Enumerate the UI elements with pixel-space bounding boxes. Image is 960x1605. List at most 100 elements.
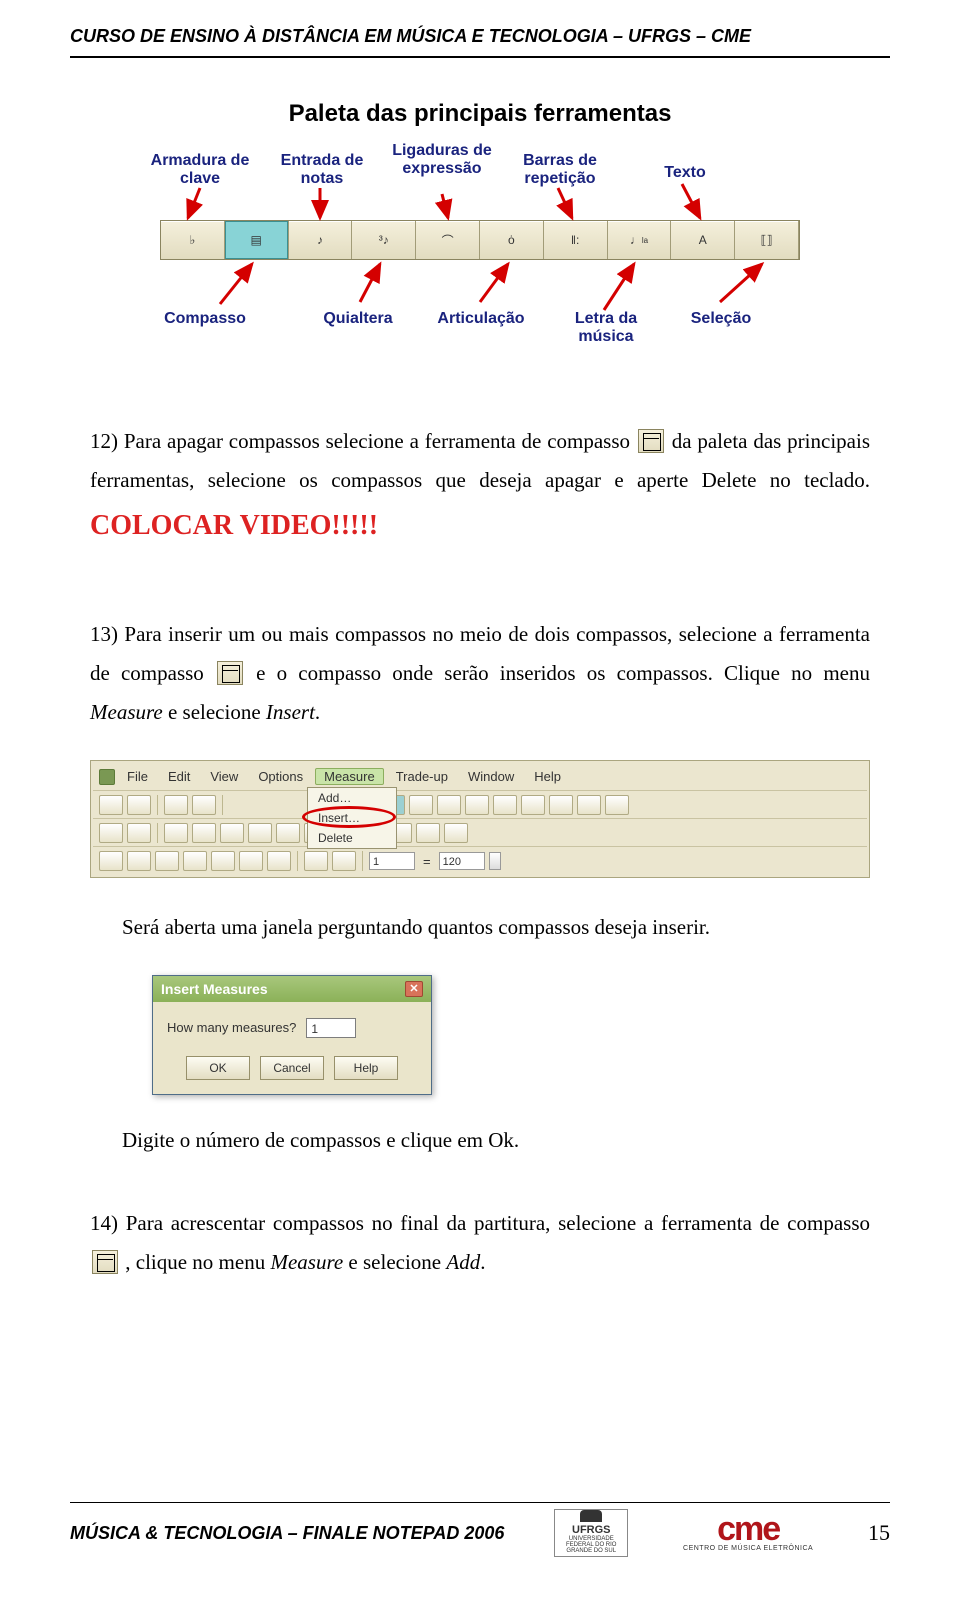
tool-letra: ♩la — [608, 221, 672, 259]
stepper-icon[interactable] — [489, 852, 501, 870]
toolbar-icon[interactable] — [409, 795, 433, 815]
p14-mid: e selecione — [343, 1250, 446, 1274]
toolbar-icon[interactable] — [332, 851, 356, 871]
toolbar-icon[interactable] — [416, 823, 440, 843]
ufrgs-logo: UFRGS UNIVERSIDADE FEDERAL DO RIO GRANDE… — [554, 1509, 628, 1557]
ufrgs-logo-sub: UNIVERSIDADE FEDERAL DO RIO GRANDE DO SU… — [555, 1536, 627, 1554]
toolbar-icon[interactable] — [220, 823, 244, 843]
red-ellipse-highlight — [302, 806, 396, 828]
compasso-tool-icon — [92, 1250, 118, 1274]
label-quialtera: Quialtera — [308, 310, 408, 328]
label-entrada: Entrada de notas — [272, 152, 372, 187]
paragraph-13: 13) Para inserir um ou mais compassos no… — [90, 615, 870, 732]
page-header: CURSO DE ENSINO À DISTÂNCIA EM MÚSICA E … — [70, 26, 751, 47]
p14-lead: 14) Para acrescentar compassos no final … — [90, 1211, 870, 1235]
menu-help[interactable]: Help — [526, 769, 569, 784]
tool-ligaduras: ⌒ — [416, 221, 480, 259]
menu-view[interactable]: View — [202, 769, 246, 784]
dd-delete[interactable]: Delete — [308, 828, 396, 848]
cancel-button[interactable]: Cancel — [260, 1056, 324, 1080]
tempo-input-1[interactable]: 1 — [369, 852, 415, 870]
toolbar-icon[interactable] — [276, 823, 300, 843]
ok-button[interactable]: OK — [186, 1056, 250, 1080]
tool-texto: A — [671, 221, 735, 259]
tool-articulacao: ȯ — [480, 221, 544, 259]
colocar-video: COLOCAR VIDEO!!!!! — [90, 510, 378, 541]
dd-insert[interactable]: Insert… — [308, 808, 396, 828]
measures-input[interactable]: 1 — [306, 1018, 356, 1038]
label-ligaduras: Ligaduras de expressão — [392, 142, 492, 177]
toolbar-icon[interactable] — [437, 795, 461, 815]
toolbar-icon[interactable] — [304, 851, 328, 871]
p12-lead: 12) Para apagar compassos selecione a fe… — [90, 429, 636, 453]
menu-tradeup[interactable]: Trade-up — [388, 769, 456, 784]
dd-add[interactable]: Add… — [308, 788, 396, 808]
toolbar-bar: ♭ ▤ ♪ ³♪ ⌒ ȯ ‖: ♩la A ⟦⟧ — [160, 220, 800, 260]
paragraph-13c: Digite o número de compassos e clique em… — [90, 1121, 870, 1160]
dialog-title-text: Insert Measures — [161, 981, 268, 997]
menubar-screenshot: File Edit View Options Measure Trade-up … — [90, 760, 870, 878]
menu-edit[interactable]: Edit — [160, 769, 198, 784]
page-footer: MÚSICA & TECNOLOGIA – FINALE NOTEPAD 200… — [70, 1502, 890, 1557]
cme-logo-sub: CENTRO DE MÚSICA ELETRÔNICA — [683, 1545, 813, 1552]
ufrgs-logo-text: UFRGS — [572, 1524, 611, 1536]
help-button[interactable]: Help — [334, 1056, 398, 1080]
toolbar-icon[interactable] — [267, 851, 291, 871]
label-barras: Barras de repetição — [510, 152, 610, 187]
p14-add: Add — [446, 1250, 480, 1274]
toolbar-icon[interactable] — [164, 795, 188, 815]
menu-row: File Edit View Options Measure Trade-up … — [93, 763, 867, 791]
p14-end: . — [480, 1250, 485, 1274]
p14-measure: Measure — [270, 1250, 343, 1274]
cme-logo: cme CENTRO DE MÚSICA ELETRÔNICA — [678, 1509, 818, 1557]
header-rule — [70, 56, 890, 58]
toolbar-icon[interactable] — [99, 823, 123, 843]
label-compasso: Compasso — [150, 310, 260, 328]
dialog-titlebar: Insert Measures ✕ — [153, 976, 431, 1002]
label-selecao: Seleção — [676, 310, 766, 328]
toolbar-row-1 — [93, 791, 867, 819]
toolbar-icon[interactable] — [549, 795, 573, 815]
cme-logo-text: cme — [717, 1514, 779, 1545]
label-letra: Letra da música — [556, 310, 656, 345]
toolbar-icon[interactable] — [605, 795, 629, 815]
paragraph-14: 14) Para acrescentar compassos no final … — [90, 1204, 870, 1282]
p13-insert: Insert — [266, 700, 315, 724]
menu-options[interactable]: Options — [250, 769, 311, 784]
close-icon[interactable]: ✕ — [405, 981, 423, 997]
toolbar-icon[interactable] — [99, 795, 123, 815]
menu-window[interactable]: Window — [460, 769, 522, 784]
toolbar-icon[interactable] — [521, 795, 545, 815]
toolbar-icon[interactable] — [192, 795, 216, 815]
toolbar-icon[interactable] — [155, 851, 179, 871]
toolbar-icon[interactable] — [183, 851, 207, 871]
toolbar-icon[interactable] — [577, 795, 601, 815]
paragraph-12: 12) Para apagar compassos selecione a fe… — [90, 422, 870, 551]
paragraph-13b: Será aberta uma janela perguntando quant… — [90, 908, 870, 947]
toolbar-icon[interactable] — [164, 823, 188, 843]
menu-measure[interactable]: Measure — [315, 768, 384, 785]
toolbar-icon[interactable] — [493, 795, 517, 815]
diagram-title: Paleta das principais ferramentas — [90, 100, 870, 128]
toolbar-icon[interactable] — [127, 795, 151, 815]
toolbar-icon[interactable] — [211, 851, 235, 871]
measure-dropdown: Add… Insert… Delete — [307, 787, 397, 849]
label-armadura: Armadura de clave — [150, 152, 250, 187]
tool-armadura: ♭ — [161, 221, 225, 259]
page-content: Paleta das principais ferramentas Armadu… — [90, 90, 870, 1309]
toolbar-diagram: Armadura de clave Entrada de notas Ligad… — [160, 142, 800, 382]
toolbar-icon[interactable] — [127, 851, 151, 871]
toolbar-icon[interactable] — [465, 795, 489, 815]
compasso-tool-icon — [217, 661, 243, 685]
toolbar-icon[interactable] — [127, 823, 151, 843]
p14-tail1: , clique no menu — [125, 1250, 270, 1274]
toolbar-icon[interactable] — [239, 851, 263, 871]
tool-compasso: ▤ — [225, 221, 289, 259]
p13-measure: Measure — [90, 700, 163, 724]
toolbar-icon[interactable] — [99, 851, 123, 871]
tempo-input-2[interactable]: 120 — [439, 852, 485, 870]
toolbar-icon[interactable] — [444, 823, 468, 843]
toolbar-icon[interactable] — [248, 823, 272, 843]
toolbar-icon[interactable] — [192, 823, 216, 843]
menu-file[interactable]: File — [119, 769, 156, 784]
